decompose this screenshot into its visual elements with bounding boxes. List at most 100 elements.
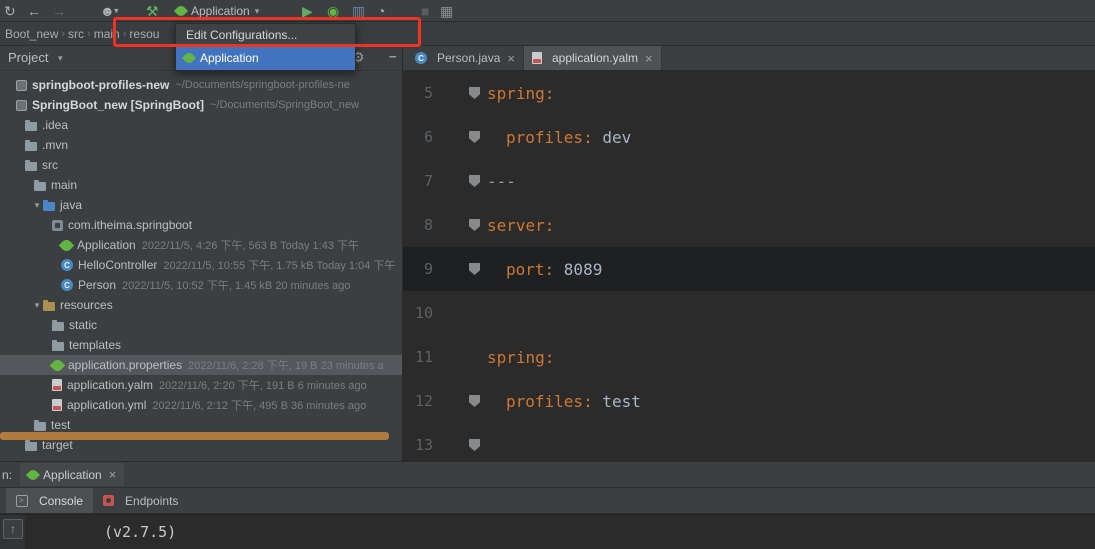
tree-item-main[interactable]: main (0, 175, 402, 195)
code-line-5[interactable]: 5 spring: (403, 71, 1095, 115)
tree-item-templates[interactable]: templates (0, 335, 402, 355)
tree-item-com-itheima-springboot[interactable]: com.itheima.springboot (0, 215, 402, 235)
yaml-key-gutter-icon[interactable] (469, 219, 480, 231)
tree-item-meta: 2022/11/6, 2:28 下午, 19 B 23 minutes a (188, 360, 384, 372)
yaml-key-gutter-icon[interactable] (469, 263, 480, 275)
scroll-to-top-button[interactable]: ↑ (3, 519, 23, 539)
hide-panel-icon[interactable]: − (389, 49, 397, 64)
code-token: spring: (487, 83, 555, 103)
tree-item-application-yalm[interactable]: application.yalm 2022/11/6, 2:20 下午, 191 … (0, 375, 402, 395)
horizontal-scrollbar-thumb[interactable] (0, 432, 389, 440)
close-icon[interactable]: × (507, 51, 515, 66)
breadcrumb-bar: Boot_new › src › main › resou (0, 22, 1095, 46)
code-text: server: (487, 216, 554, 235)
code-line-6[interactable]: 6 profiles: dev (403, 115, 1095, 159)
line-number: 12 (414, 392, 433, 410)
run-button[interactable]: ▶ (302, 4, 313, 18)
code-token: test (602, 391, 641, 411)
grid-icon[interactable]: ▦ (440, 4, 453, 18)
yaml-key-gutter-icon[interactable] (469, 395, 480, 407)
line-number: 5 (423, 84, 433, 102)
tree-item-springboot-new-springboot[interactable]: SpringBoot_new [SpringBoot] ~/Documents/S… (0, 95, 402, 115)
tree-item-springboot-profiles-new[interactable]: springboot-profiles-new ~/Documents/sprin… (0, 75, 402, 95)
code-line-7[interactable]: 7 --- (403, 159, 1095, 203)
editor-tabs: C Person.java × application.yalm × (403, 46, 1095, 71)
yaml-key-gutter-icon[interactable] (469, 131, 480, 143)
tool-tab-endpoints[interactable]: Endpoints (93, 488, 188, 513)
tree-item-src[interactable]: src (0, 155, 402, 175)
sync-icon[interactable]: ↻ (4, 4, 16, 18)
editor-tab-person-java[interactable]: C Person.java × (407, 46, 524, 70)
code-line-13[interactable]: 13 (403, 423, 1095, 461)
gutter-slot (433, 131, 487, 143)
forward-arrow-icon[interactable]: → (52, 4, 66, 18)
run-configuration-select[interactable]: Application ▾ (173, 0, 260, 22)
run-tab-application[interactable]: Application × (20, 463, 125, 486)
project-icon (16, 79, 27, 91)
code-text: profiles: dev (487, 128, 631, 147)
yaml-key-gutter-icon[interactable] (469, 439, 480, 451)
chevron-down-icon: ▾ (254, 5, 260, 16)
yaml-file-icon (52, 399, 62, 411)
breadcrumb-item-src[interactable]: src (65, 27, 87, 41)
package-icon (52, 219, 63, 231)
tree-item-application-yml[interactable]: application.yml 2022/11/6, 2:12 下午, 495 B… (0, 395, 402, 415)
editor-tab-label: application.yalm (551, 51, 639, 65)
code-token: server: (487, 215, 555, 235)
tree-item-java[interactable]: ▾ java (0, 195, 402, 215)
breadcrumb-item-resou[interactable]: resou (126, 27, 162, 41)
tree-item-label: static (69, 318, 98, 332)
code-line-12[interactable]: 12 profiles: test (403, 379, 1095, 423)
menu-item-application[interactable]: Application (176, 46, 355, 70)
folder-icon (34, 419, 46, 431)
code-line-11[interactable]: 11 spring: (403, 335, 1095, 379)
tree-item-idea[interactable]: .idea (0, 115, 402, 135)
folder-icon (34, 179, 46, 191)
code-token: spring: (487, 347, 555, 367)
menu-item-label: Application (200, 51, 259, 65)
yaml-key-gutter-icon[interactable] (469, 175, 480, 187)
yaml-key-gutter-icon[interactable] (469, 87, 480, 99)
tree-item-person[interactable]: C Person 2022/11/5, 10:52 下午, 1.45 kB 20 m… (0, 275, 402, 295)
tool-tab-console[interactable]: Console (6, 488, 94, 513)
resources-folder-icon (43, 299, 55, 311)
tree-item-application[interactable]: Application 2022/11/5, 4:26 下午, 563 B Tod… (0, 235, 402, 255)
run-configuration-label: Application (191, 4, 250, 18)
profiler-icon[interactable]: ◔ (377, 4, 385, 18)
breadcrumb-item-boot-new[interactable]: Boot_new (2, 27, 61, 41)
tree-item-resources[interactable]: ▾ resources (0, 295, 402, 315)
tree-item-hellocontroller[interactable]: C HelloController 2022/11/5, 10:55 下午, 1.7… (0, 255, 402, 275)
folder-icon (25, 139, 37, 151)
breadcrumb-item-main[interactable]: main (91, 27, 123, 41)
back-arrow-icon[interactable]: ← (27, 4, 41, 18)
run-config-popup: Edit Configurations... Application (175, 23, 356, 71)
chevron-down-icon[interactable]: ▾ (31, 300, 43, 311)
tree-item-label: com.itheima.springboot (68, 218, 193, 232)
code-line-8[interactable]: 8 server: (403, 203, 1095, 247)
close-icon[interactable]: × (645, 51, 653, 66)
code-line-9[interactable]: 9 port: 8089 (403, 247, 1095, 291)
user-icon[interactable]: ☻ (100, 4, 115, 18)
tree-item-application-properties[interactable]: application.properties 2022/11/6, 2:28 下午… (0, 355, 402, 375)
line-number: 10 (414, 304, 433, 322)
folder-icon (52, 319, 64, 331)
tree-item-mvn[interactable]: .mvn (0, 135, 402, 155)
user-chevron-icon: ▾ (114, 5, 119, 15)
debug-icon[interactable]: ◉ (327, 4, 339, 18)
tree-item-label: templates (69, 338, 122, 352)
wrench-icon[interactable]: ⚒ (146, 4, 159, 18)
close-icon[interactable]: × (109, 467, 117, 482)
menu-item-edit-configurations[interactable]: Edit Configurations... (176, 24, 355, 46)
code-line-10[interactable]: 10 (403, 291, 1095, 335)
chevron-down-icon[interactable]: ▾ (31, 200, 43, 211)
run-panel-label: n: (2, 467, 13, 482)
tree-item-label: target (42, 438, 73, 452)
coverage-icon[interactable]: ▥ (352, 4, 365, 18)
line-number: 6 (423, 128, 433, 146)
editor-content[interactable]: 5 spring: 6 profiles: dev 7 --- 8 server: 9 port:… (403, 71, 1095, 461)
editor-tab-application-yalm[interactable]: application.yalm × (523, 46, 662, 70)
console-panel[interactable]: ↑ (v2.7.5) (0, 514, 1095, 549)
tree-item-static[interactable]: static (0, 315, 402, 335)
folder-icon (25, 439, 37, 451)
tree-item-meta: 2022/11/5, 10:52 下午, 1.45 kB 20 minutes … (122, 280, 351, 292)
